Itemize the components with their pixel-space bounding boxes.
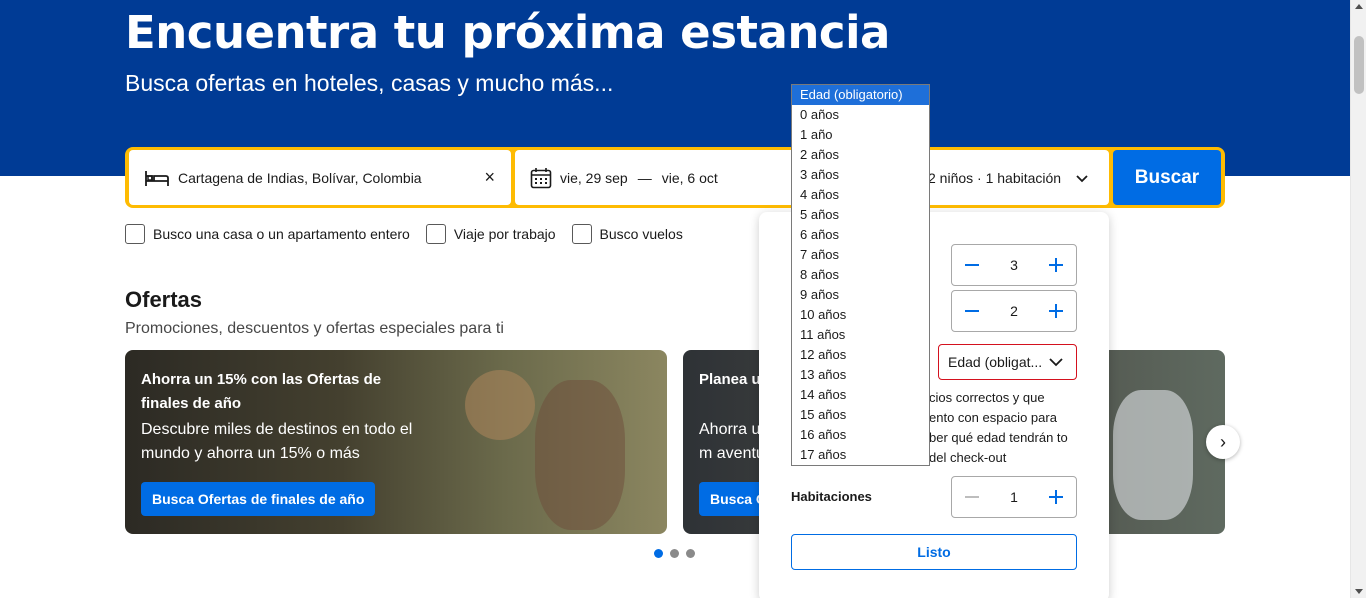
carousel-dot[interactable] bbox=[654, 549, 663, 558]
chevron-down-icon bbox=[1076, 174, 1088, 182]
age-option[interactable]: 9 años bbox=[792, 285, 929, 305]
age-option[interactable]: 3 años bbox=[792, 165, 929, 185]
minus-icon[interactable] bbox=[964, 303, 980, 319]
adults-value: 3 bbox=[1010, 257, 1018, 273]
occupancy-field[interactable]: 2 niños · 1 habitación bbox=[919, 150, 1109, 205]
children-value: 2 bbox=[1010, 303, 1018, 319]
bed-icon bbox=[145, 170, 169, 186]
scroll-down-arrow-icon[interactable] bbox=[1355, 589, 1363, 594]
age-option[interactable]: 15 años bbox=[792, 405, 929, 425]
search-options: Busco una casa o un apartamento entero V… bbox=[125, 224, 699, 244]
occupancy-value: 2 niños · 1 habitación bbox=[928, 169, 1062, 186]
age-option[interactable]: 7 años bbox=[792, 245, 929, 265]
child-age-select-value: Edad (obligat... bbox=[948, 354, 1043, 370]
carousel-next-button[interactable]: › bbox=[1206, 425, 1240, 459]
destination-field[interactable]: Cartagena de Indias, Bolívar, Colombia × bbox=[129, 150, 511, 205]
age-option[interactable]: 10 años bbox=[792, 305, 929, 325]
offer-card-text: Descubre miles de destinos en todo el mu… bbox=[141, 421, 413, 462]
scroll-thumb[interactable] bbox=[1354, 36, 1364, 94]
plus-icon[interactable] bbox=[1048, 257, 1064, 273]
checkbox-label: Busco una casa o un apartamento entero bbox=[153, 226, 410, 242]
age-option[interactable]: 11 años bbox=[792, 325, 929, 345]
hero-subtitle: Busca ofertas en hoteles, casas y mucho … bbox=[125, 70, 614, 96]
age-option[interactable]: 17 años bbox=[792, 445, 929, 465]
done-button[interactable]: Listo bbox=[791, 534, 1077, 570]
calendar-icon bbox=[530, 167, 552, 188]
age-option[interactable]: 14 años bbox=[792, 385, 929, 405]
age-option[interactable]: 2 años bbox=[792, 145, 929, 165]
offers-subtitle: Promociones, descuentos y ofertas especi… bbox=[125, 320, 504, 337]
age-option[interactable]: 4 años bbox=[792, 185, 929, 205]
age-option[interactable]: 1 año bbox=[792, 125, 929, 145]
close-icon[interactable]: × bbox=[484, 168, 495, 186]
child-age-select[interactable]: Edad (obligat... bbox=[938, 344, 1077, 380]
offer-card[interactable]: Ahorra un 15% con las Ofertas de finales… bbox=[125, 350, 667, 534]
age-option[interactable]: 13 años bbox=[792, 365, 929, 385]
plus-icon[interactable] bbox=[1048, 303, 1064, 319]
chevron-down-icon bbox=[1049, 358, 1063, 367]
checkbox-box[interactable] bbox=[125, 224, 145, 244]
offers-title: Ofertas bbox=[125, 287, 203, 312]
age-option[interactable]: 5 años bbox=[792, 205, 929, 225]
checkbox-label: Viaje por trabajo bbox=[453, 226, 556, 242]
offer-card-button[interactable]: Busca Ofertas de finales de año bbox=[141, 482, 376, 516]
minus-icon[interactable] bbox=[964, 257, 980, 273]
age-option[interactable]: 6 años bbox=[792, 225, 929, 245]
page-scrollbar[interactable] bbox=[1350, 0, 1366, 598]
checkin-date: vie, 29 sep bbox=[560, 169, 628, 186]
carousel-dot[interactable] bbox=[670, 549, 679, 558]
age-option[interactable]: 8 años bbox=[792, 265, 929, 285]
chevron-right-icon: › bbox=[1220, 431, 1226, 452]
carousel-dot[interactable] bbox=[686, 549, 695, 558]
age-option[interactable]: 16 años bbox=[792, 425, 929, 445]
child-age-dropdown[interactable]: Edad (obligatorio) 0 años 1 año 2 años 3 año… bbox=[791, 84, 930, 466]
checkbox-work-trip[interactable]: Viaje por trabajo bbox=[425, 224, 556, 244]
card-photo-decoration bbox=[465, 370, 535, 440]
plus-icon[interactable] bbox=[1048, 489, 1064, 505]
age-option[interactable]: 12 años bbox=[792, 345, 929, 365]
children-stepper[interactable]: 2 bbox=[951, 290, 1077, 332]
carousel-dots bbox=[654, 549, 702, 558]
destination-value: Cartagena de Indias, Bolívar, Colombia bbox=[178, 169, 422, 186]
offer-card-title: Ahorra un 15% con las Ofertas de finales… bbox=[141, 371, 382, 412]
age-option[interactable]: Edad (obligatorio) bbox=[792, 85, 929, 105]
adults-stepper[interactable]: 3 bbox=[951, 244, 1077, 286]
search-bar: Cartagena de Indias, Bolívar, Colombia ×… bbox=[125, 147, 1225, 208]
card-photo-decoration bbox=[535, 380, 625, 530]
checkbox-box[interactable] bbox=[425, 224, 446, 244]
rooms-label: Habitaciones bbox=[791, 489, 872, 504]
card-photo-decoration bbox=[1113, 390, 1193, 520]
search-button[interactable]: Buscar bbox=[1113, 150, 1221, 205]
age-option[interactable]: 0 años bbox=[792, 105, 929, 125]
checkbox-flights[interactable]: Busco vuelos bbox=[571, 224, 683, 244]
child-age-note: cios correctos y que ento con espacio pa… bbox=[929, 390, 1068, 465]
checkbox-label: Busco vuelos bbox=[599, 226, 683, 242]
date-separator: — bbox=[637, 169, 652, 186]
scroll-up-arrow-icon[interactable] bbox=[1355, 4, 1363, 9]
rooms-stepper[interactable]: 1 bbox=[951, 476, 1077, 518]
hero-title: Encuentra tu próxima estancia bbox=[125, 6, 890, 59]
checkbox-entire-home[interactable]: Busco una casa o un apartamento entero bbox=[125, 224, 410, 244]
checkbox-box[interactable] bbox=[571, 224, 592, 244]
minus-icon[interactable] bbox=[964, 489, 980, 505]
checkout-date: vie, 6 oct bbox=[661, 169, 718, 186]
rooms-value: 1 bbox=[1010, 489, 1018, 505]
